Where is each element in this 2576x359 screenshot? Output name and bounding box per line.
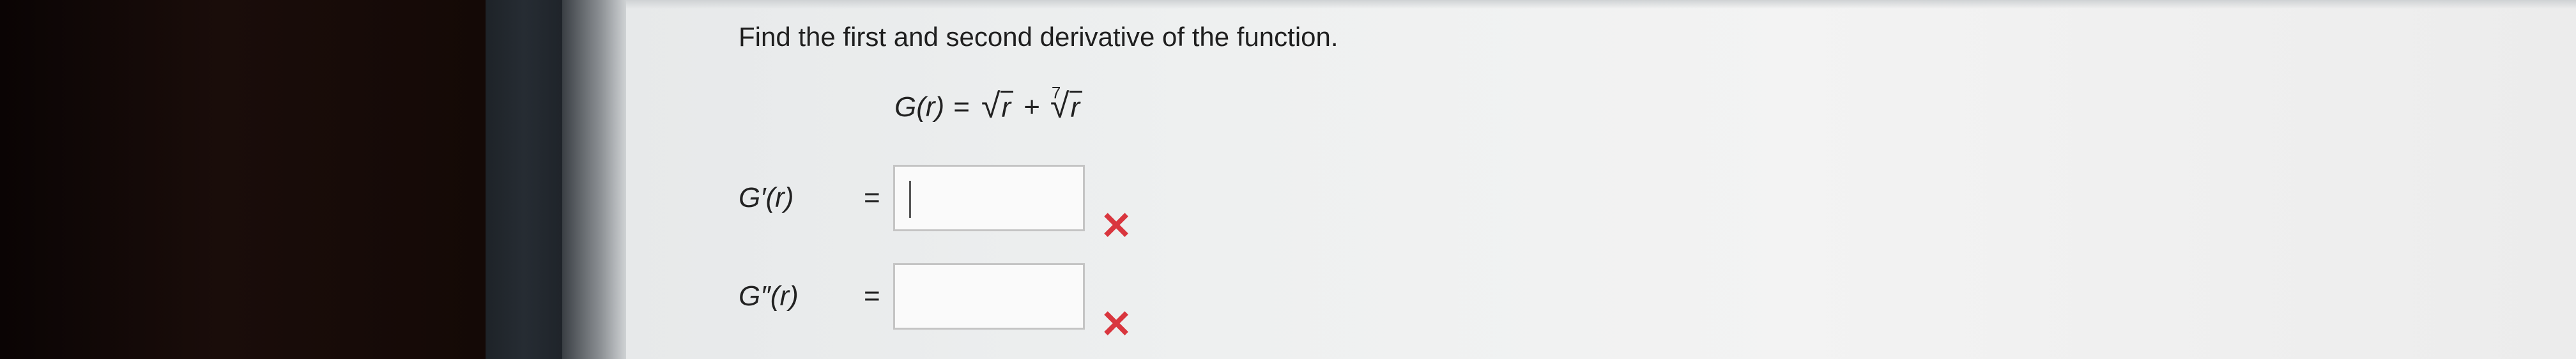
root-index: 7 bbox=[1051, 83, 1061, 102]
x-mark-icon: ✕ bbox=[1100, 303, 1133, 346]
function-lhs: G(r) bbox=[894, 91, 945, 123]
text-caret bbox=[909, 181, 911, 218]
second-derivative-row: G″(r) = ✕ bbox=[739, 249, 1132, 344]
panel-edge bbox=[562, 0, 626, 359]
question-prompt: Find the first and second derivative of … bbox=[739, 22, 1338, 52]
second-derivative-label: G″(r) bbox=[739, 280, 799, 312]
seventh-root: 7 √ r bbox=[1050, 83, 1083, 123]
first-derivative-equals: = bbox=[864, 182, 880, 213]
first-derivative-input[interactable] bbox=[893, 165, 1085, 231]
radical-sign-icon: √ bbox=[981, 87, 1000, 126]
background-dark-region bbox=[0, 0, 486, 359]
sqrt-radicand: r bbox=[1000, 91, 1014, 123]
first-derivative-row: G′(r) = ✕ bbox=[739, 151, 1132, 245]
first-derivative-label: G′(r) bbox=[739, 182, 794, 213]
sidebar-strip bbox=[486, 0, 562, 359]
square-root: √ r bbox=[981, 87, 1014, 126]
function-plus: + bbox=[1023, 91, 1040, 123]
second-derivative-input[interactable] bbox=[893, 263, 1085, 330]
screen: Find the first and second derivative of … bbox=[0, 0, 2576, 359]
question-panel: Find the first and second derivative of … bbox=[626, 0, 2576, 359]
root-radicand: r bbox=[1069, 91, 1083, 123]
function-expression: G(r) = √ r + 7 √ r bbox=[894, 83, 1085, 126]
function-equals: = bbox=[953, 91, 970, 123]
x-mark-icon: ✕ bbox=[1100, 204, 1133, 247]
second-derivative-equals: = bbox=[864, 280, 880, 312]
